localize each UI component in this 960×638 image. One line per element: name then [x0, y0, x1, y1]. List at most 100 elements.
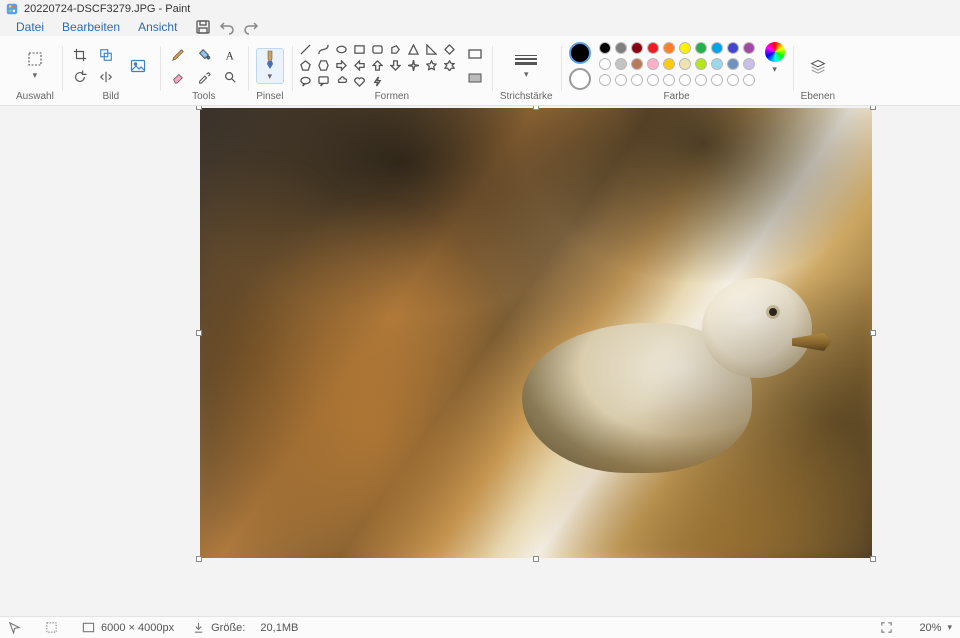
- color-wheel-icon[interactable]: [765, 42, 785, 62]
- shape-diamond-icon[interactable]: [444, 43, 456, 55]
- resize-handle[interactable]: [196, 106, 202, 110]
- color-swatch[interactable]: [615, 42, 627, 54]
- color-swatch[interactable]: [615, 58, 627, 70]
- color-swatch[interactable]: [663, 74, 675, 86]
- shape-arrow-left-icon[interactable]: [354, 59, 366, 71]
- color-swatch[interactable]: [711, 58, 723, 70]
- shape-callout-cloud-icon[interactable]: [336, 75, 348, 87]
- crop-icon[interactable]: [71, 46, 89, 64]
- rotate-icon[interactable]: [71, 68, 89, 86]
- shape-callout-round-icon[interactable]: [300, 75, 312, 87]
- color-swatch[interactable]: [711, 74, 723, 86]
- shape-rect-icon[interactable]: [354, 43, 366, 55]
- shape-outline-icon[interactable]: [466, 45, 484, 63]
- chevron-down-icon: ▾: [772, 64, 777, 75]
- zoom-control[interactable]: 20% ▾: [911, 622, 952, 634]
- color-swatch[interactable]: [663, 58, 675, 70]
- brush-tool[interactable]: ▾: [256, 48, 284, 84]
- pencil-icon[interactable]: [169, 46, 187, 64]
- shape-roundrect-icon[interactable]: [372, 43, 384, 55]
- eraser-icon[interactable]: [169, 68, 187, 86]
- fit-screen-icon[interactable]: [880, 621, 893, 634]
- color-swatch[interactable]: [743, 58, 755, 70]
- section-label-layers: Ebenen: [801, 91, 835, 103]
- section-label-brushes: Pinsel: [256, 91, 283, 103]
- color-primary[interactable]: [569, 42, 591, 64]
- color-swatch[interactable]: [679, 58, 691, 70]
- shape-4star-icon[interactable]: [408, 59, 420, 71]
- color-swatch[interactable]: [599, 58, 611, 70]
- eyedropper-icon[interactable]: [195, 68, 213, 86]
- resize-handle[interactable]: [196, 556, 202, 562]
- canvas-image: [200, 108, 872, 558]
- shape-arrow-down-icon[interactable]: [390, 59, 402, 71]
- redo-icon[interactable]: [243, 19, 259, 35]
- section-label-shapes: Formen: [375, 91, 409, 103]
- color-swatch[interactable]: [679, 42, 691, 54]
- color-swatch[interactable]: [615, 74, 627, 86]
- shape-oval-icon[interactable]: [336, 43, 348, 55]
- menu-file[interactable]: Datei: [8, 18, 52, 36]
- color-swatch[interactable]: [695, 58, 707, 70]
- workspace[interactable]: [0, 106, 960, 616]
- canvas-selection[interactable]: [200, 108, 872, 558]
- text-icon[interactable]: A: [221, 46, 239, 64]
- color-swatch[interactable]: [599, 74, 611, 86]
- resize-handle[interactable]: [870, 330, 876, 336]
- color-swatch[interactable]: [663, 42, 675, 54]
- color-swatch[interactable]: [599, 42, 611, 54]
- color-swatch[interactable]: [679, 74, 691, 86]
- shapes-gallery[interactable]: [300, 43, 458, 88]
- flip-icon[interactable]: [97, 68, 115, 86]
- shape-heart-icon[interactable]: [354, 75, 366, 87]
- color-swatch[interactable]: [631, 58, 643, 70]
- shape-polygon-icon[interactable]: [390, 43, 402, 55]
- shape-6star-icon[interactable]: [444, 59, 456, 71]
- select-tool[interactable]: ▾: [21, 50, 49, 81]
- zoom-value: 20%: [911, 622, 941, 634]
- shape-right-triangle-icon[interactable]: [426, 43, 438, 55]
- stroke-width-picker[interactable]: ▾: [515, 51, 537, 80]
- shape-hexagon-icon[interactable]: [318, 59, 330, 71]
- color-swatch[interactable]: [727, 74, 739, 86]
- resize-handle[interactable]: [533, 556, 539, 562]
- layers-icon[interactable]: [808, 56, 828, 76]
- shape-arrow-up-icon[interactable]: [372, 59, 384, 71]
- menu-edit[interactable]: Bearbeiten: [54, 18, 128, 36]
- color-swatch[interactable]: [695, 42, 707, 54]
- save-icon[interactable]: [195, 19, 211, 35]
- color-swatch[interactable]: [727, 58, 739, 70]
- resize-handle[interactable]: [870, 556, 876, 562]
- shape-lightning-icon[interactable]: [372, 75, 384, 87]
- color-swatch[interactable]: [631, 42, 643, 54]
- resize-handle[interactable]: [196, 330, 202, 336]
- color-swatch[interactable]: [695, 74, 707, 86]
- shape-pentagon-icon[interactable]: [300, 59, 312, 71]
- shape-callout-rect-icon[interactable]: [318, 75, 330, 87]
- shape-fill-icon[interactable]: [466, 69, 484, 87]
- color-swatch[interactable]: [647, 42, 659, 54]
- shape-curve-icon[interactable]: [318, 43, 330, 55]
- color-secondary[interactable]: [569, 68, 591, 90]
- shape-arrow-right-icon[interactable]: [336, 59, 348, 71]
- shape-5star-icon[interactable]: [426, 59, 438, 71]
- color-swatch[interactable]: [647, 74, 659, 86]
- menu-view[interactable]: Ansicht: [130, 18, 185, 36]
- color-swatch[interactable]: [743, 74, 755, 86]
- magnify-icon[interactable]: [221, 68, 239, 86]
- color-swatch[interactable]: [647, 58, 659, 70]
- resize-icon[interactable]: [97, 46, 115, 64]
- color-swatch[interactable]: [743, 42, 755, 54]
- color-swatch[interactable]: [711, 42, 723, 54]
- resize-handle[interactable]: [533, 106, 539, 110]
- image-properties[interactable]: [124, 57, 152, 75]
- resize-handle[interactable]: [870, 106, 876, 110]
- section-color: ▾ Farbe: [561, 40, 793, 105]
- color-swatch[interactable]: [631, 74, 643, 86]
- undo-icon[interactable]: [219, 19, 235, 35]
- fill-icon[interactable]: [195, 46, 213, 64]
- color-swatch[interactable]: [727, 42, 739, 54]
- window-title: 20220724-DSCF3279.JPG - Paint: [24, 3, 190, 15]
- shape-triangle-icon[interactable]: [408, 43, 420, 55]
- shape-line-icon[interactable]: [300, 43, 312, 55]
